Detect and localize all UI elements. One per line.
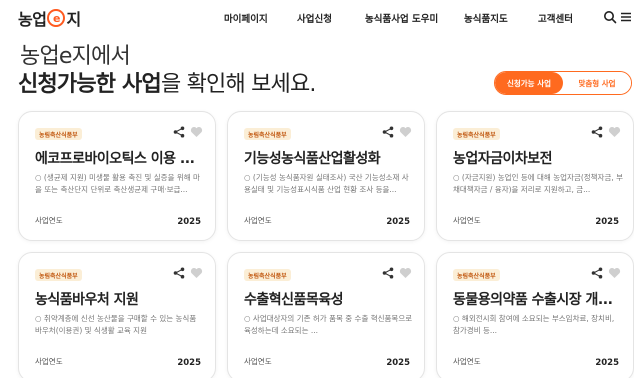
share-icon[interactable] xyxy=(382,267,394,279)
business-card[interactable]: 농림축산식품부 수출혁신품목육성 ○ 사업대상자의 기존 허가 품목 중 수출 … xyxy=(227,252,425,378)
year-value: 2025 xyxy=(386,358,410,368)
year-value: 2025 xyxy=(595,358,619,368)
card-description: ○ (생균제 지원) 미생물 활용 축진 및 실증을 위해 마을 또는 축산단지… xyxy=(35,173,200,194)
card-description: ○ (기능성 농식품자원 실태조사) 국산 기능성소재 사용실태 및 기능성표시… xyxy=(244,173,409,194)
nav-map[interactable]: 농식품지도 xyxy=(464,11,508,25)
year-label: 사업연도 xyxy=(244,216,272,225)
year-label: 사업연도 xyxy=(35,357,63,366)
year-value: 2025 xyxy=(177,217,201,227)
tab-custom[interactable]: 맞춤형 사업 xyxy=(563,72,631,94)
share-icon[interactable] xyxy=(382,126,394,138)
year-label: 사업연도 xyxy=(453,357,481,366)
card-title: 동물용의약품 수출시장 개... xyxy=(453,292,613,308)
main-nav: 마이페이지 사업신청 농식품사업 도우미 농식품지도 고객센터 xyxy=(0,11,634,25)
ministry-badge: 농림축산식품부 xyxy=(35,269,82,281)
business-card[interactable]: 농림축산식품부 기능성농식품산업활성화 ○ (기능성 농식품자원 실태조사) 국… xyxy=(227,111,425,241)
nav-mypage[interactable]: 마이페이지 xyxy=(224,11,268,25)
year-label: 사업연도 xyxy=(244,357,272,366)
heart-icon[interactable] xyxy=(608,267,621,279)
ministry-badge: 농림축산식품부 xyxy=(244,128,291,140)
card-title: 농식품바우처 지원 xyxy=(35,292,139,308)
site-header: 농업 e 지 마이페이지 사업신청 농식품사업 도우미 농식품지도 고객센터 xyxy=(0,0,634,36)
business-type-toggle: 신청가능 사업 맞춤형 사업 xyxy=(494,71,632,95)
share-icon[interactable] xyxy=(173,267,185,279)
nav-helper[interactable]: 농식품사업 도우미 xyxy=(365,11,438,25)
card-description: ○ 해외전시회 참여에 소요되는 부스임차료, 장치비, 참가경비 등... xyxy=(453,314,615,335)
hero-highlight: 신청가능한 사업 xyxy=(18,72,162,97)
share-icon[interactable] xyxy=(591,126,603,138)
business-card[interactable]: 농림축산식품부 에코프로바이오틱스 이용 ... ○ (생균제 지원) 미생물 … xyxy=(18,111,216,241)
heart-icon[interactable] xyxy=(399,126,412,138)
card-title: 에코프로바이오틱스 이용 ... xyxy=(35,151,195,167)
heart-icon[interactable] xyxy=(399,267,412,279)
ministry-badge: 농림축산식품부 xyxy=(244,269,291,281)
nav-support[interactable]: 고객센터 xyxy=(538,11,573,25)
heart-icon[interactable] xyxy=(608,126,621,138)
share-icon[interactable] xyxy=(591,267,603,279)
year-label: 사업연도 xyxy=(35,216,63,225)
menu-icon[interactable] xyxy=(619,10,633,24)
card-description: ○ 취약계층에 신선 농산물을 구매할 수 있는 농식품 바우처(이용권) 및 … xyxy=(35,314,197,335)
hero-rest: 을 확인해 보세요. xyxy=(160,72,316,97)
search-icon[interactable] xyxy=(603,10,617,24)
year-label: 사업연도 xyxy=(453,216,481,225)
business-card[interactable]: 농림축산식품부 농업자금이차보전 ○ (자금지원) 농업인 등에 대해 농업자금… xyxy=(436,111,634,241)
share-icon[interactable] xyxy=(173,126,185,138)
ministry-badge: 농림축산식품부 xyxy=(453,128,500,140)
year-value: 2025 xyxy=(177,358,201,368)
card-description: ○ 사업대상자의 기존 허가 품목 중 수출 혁신품목으로 육성하는데 소요되는… xyxy=(244,314,413,335)
business-card[interactable]: 농림축산식품부 동물용의약품 수출시장 개... ○ 해외전시회 참여에 소요되… xyxy=(436,252,634,378)
hero-line-2: 신청가능한 사업을 확인해 보세요. xyxy=(18,66,316,98)
year-value: 2025 xyxy=(386,217,410,227)
card-description: ○ (자금지원) 농업인 등에 대해 농업자금(정책자금, 부채대책자금 / 융… xyxy=(453,173,623,194)
ministry-badge: 농림축산식품부 xyxy=(35,128,82,140)
heart-icon[interactable] xyxy=(190,267,203,279)
tab-available[interactable]: 신청가능 사업 xyxy=(495,72,563,94)
card-title: 농업자금이차보전 xyxy=(453,151,553,167)
ministry-badge: 농림축산식품부 xyxy=(453,269,500,281)
nav-apply[interactable]: 사업신청 xyxy=(297,11,332,25)
card-title: 기능성농식품산업활성화 xyxy=(244,151,381,167)
heart-icon[interactable] xyxy=(190,126,203,138)
business-card[interactable]: 농림축산식품부 농식품바우처 지원 ○ 취약계층에 신선 농산물을 구매할 수 … xyxy=(18,252,216,378)
card-title: 수출혁신품목육성 xyxy=(244,292,344,308)
year-value: 2025 xyxy=(595,217,619,227)
